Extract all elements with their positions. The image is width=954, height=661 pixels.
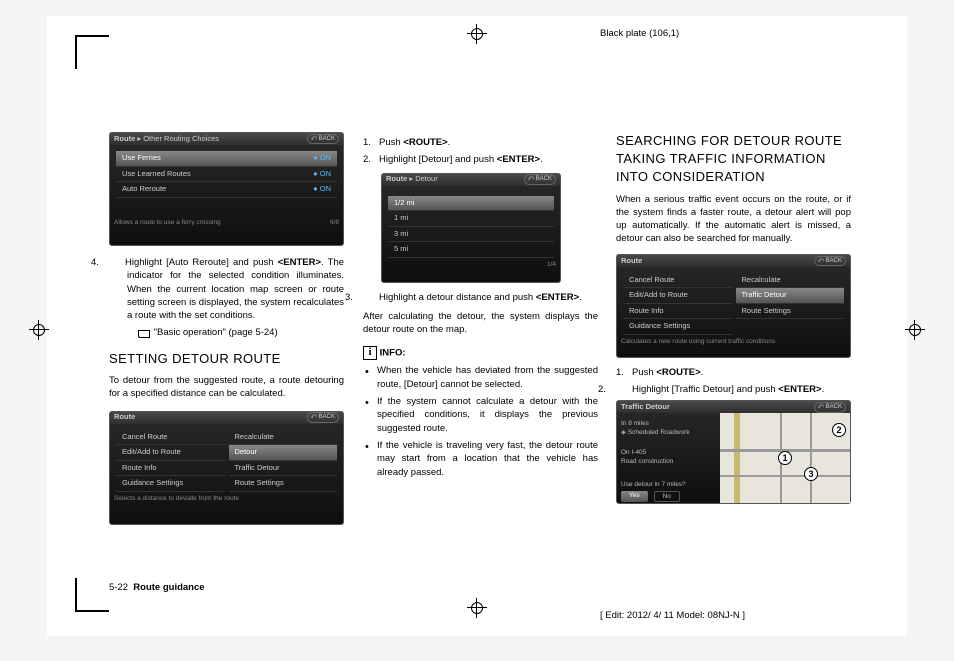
screenshot-detour-distance: Route ▸ Detour⤺ BACK 1/2 mi 1 mi 3 mi 5 … xyxy=(381,173,561,283)
column-3: SEARCHING FOR DETOUR ROUTE TAKING TRAFFI… xyxy=(616,132,851,504)
column-1: Route ▸ Other Routing Choices⤺ BACK Use … xyxy=(109,132,344,525)
screenshot-route-menu: Route⤺ BACK Cancel Route Edit/Add to Rou… xyxy=(109,411,344,525)
btn-traffic-detour[interactable]: Traffic Detour xyxy=(736,288,845,304)
step-1: 1.Push <ROUTE>. xyxy=(363,136,598,149)
btn-route-info[interactable]: Route Info xyxy=(116,461,225,477)
btn-recalculate[interactable]: Recalculate xyxy=(229,430,338,446)
heading-search-detour: SEARCHING FOR DETOUR ROUTE TAKING TRAFFI… xyxy=(616,132,851,187)
screenshot-routing-choices: Route ▸ Other Routing Choices⤺ BACK Use … xyxy=(109,132,344,246)
btn-recalculate[interactable]: Recalculate xyxy=(736,273,845,289)
page-ref: "Basic operation" (page 5-24) xyxy=(137,326,344,339)
btn-traffic-detour[interactable]: Traffic Detour xyxy=(229,461,338,477)
step-2b: 2.Highlight [Traffic Detour] and push <E… xyxy=(616,383,851,396)
screenshot-route-menu-2: Route⤺ BACK Cancel Route Edit/Add to Rou… xyxy=(616,254,851,358)
back-button[interactable]: ⤺ BACK xyxy=(814,256,846,266)
btn-route-info[interactable]: Route Info xyxy=(623,304,732,320)
edit-label: [ Edit: 2012/ 4/ 11 Model: 08NJ-N ] xyxy=(600,610,745,621)
screenshot-traffic-detour: Traffic Detour⤺ BACK In 8 miles ◈ Schedu… xyxy=(616,400,851,504)
step-3: 3.Highlight a detour distance and push <… xyxy=(363,291,598,304)
info-bullet-3: If the vehicle is traveling very fast, t… xyxy=(377,439,598,479)
btn-yes[interactable]: Yes xyxy=(621,491,648,502)
row-auto-reroute[interactable]: Auto Reroute● ON xyxy=(116,182,337,198)
btn-detour[interactable]: Detour xyxy=(229,445,338,461)
info-bullet-2: If the system cannot calculate a detour … xyxy=(377,395,598,435)
page-footer: 5-22 Route guidance xyxy=(109,582,205,593)
info-bullet-1: When the vehicle has deviated from the s… xyxy=(377,364,598,391)
btn-cancel-route[interactable]: Cancel Route xyxy=(623,273,732,289)
detour-intro: To detour from the suggested route, a ro… xyxy=(109,374,344,401)
info-heading: i INFO: xyxy=(363,346,598,360)
back-button[interactable]: ⤺ BACK xyxy=(307,134,339,144)
plate-label: Black plate (106,1) xyxy=(600,28,679,39)
btn-no[interactable]: No xyxy=(654,491,680,502)
back-button[interactable]: ⤺ BACK xyxy=(814,402,846,412)
step-2: 2.Highlight [Detour] and push <ENTER>. xyxy=(363,153,598,166)
back-button[interactable]: ⤺ BACK xyxy=(524,174,556,184)
btn-guidance[interactable]: Guidance Settings xyxy=(116,476,225,492)
heading-setting-detour: SETTING DETOUR ROUTE xyxy=(109,350,344,368)
step-4: 4.Highlight [Auto Reroute] and push <ENT… xyxy=(109,256,344,322)
btn-route-settings[interactable]: Route Settings xyxy=(736,304,845,320)
btn-guidance[interactable]: Guidance Settings xyxy=(623,319,732,335)
row-5mi[interactable]: 5 mi xyxy=(388,242,554,258)
row-use-ferries[interactable]: Use Ferries● ON xyxy=(116,151,337,167)
btn-edit-route[interactable]: Edit/Add to Route xyxy=(623,288,732,304)
row-1mi[interactable]: 1 mi xyxy=(388,211,554,227)
after-calc: After calculating the detour, the system… xyxy=(363,310,598,337)
btn-route-settings[interactable]: Route Settings xyxy=(229,476,338,492)
step-1b: 1.Push <ROUTE>. xyxy=(616,366,851,379)
row-half-mi[interactable]: 1/2 mi xyxy=(388,196,554,212)
back-button[interactable]: ⤺ BACK xyxy=(307,412,339,422)
row-learned-routes[interactable]: Use Learned Routes● ON xyxy=(116,167,337,183)
btn-edit-route[interactable]: Edit/Add to Route xyxy=(116,445,225,461)
btn-cancel-route[interactable]: Cancel Route xyxy=(116,430,225,446)
column-2: 1.Push <ROUTE>. 2.Highlight [Detour] and… xyxy=(363,132,598,483)
row-3mi[interactable]: 3 mi xyxy=(388,227,554,243)
info-icon: i xyxy=(363,346,377,360)
reference-icon xyxy=(137,328,151,338)
search-intro: When a serious traffic event occurs on t… xyxy=(616,193,851,246)
